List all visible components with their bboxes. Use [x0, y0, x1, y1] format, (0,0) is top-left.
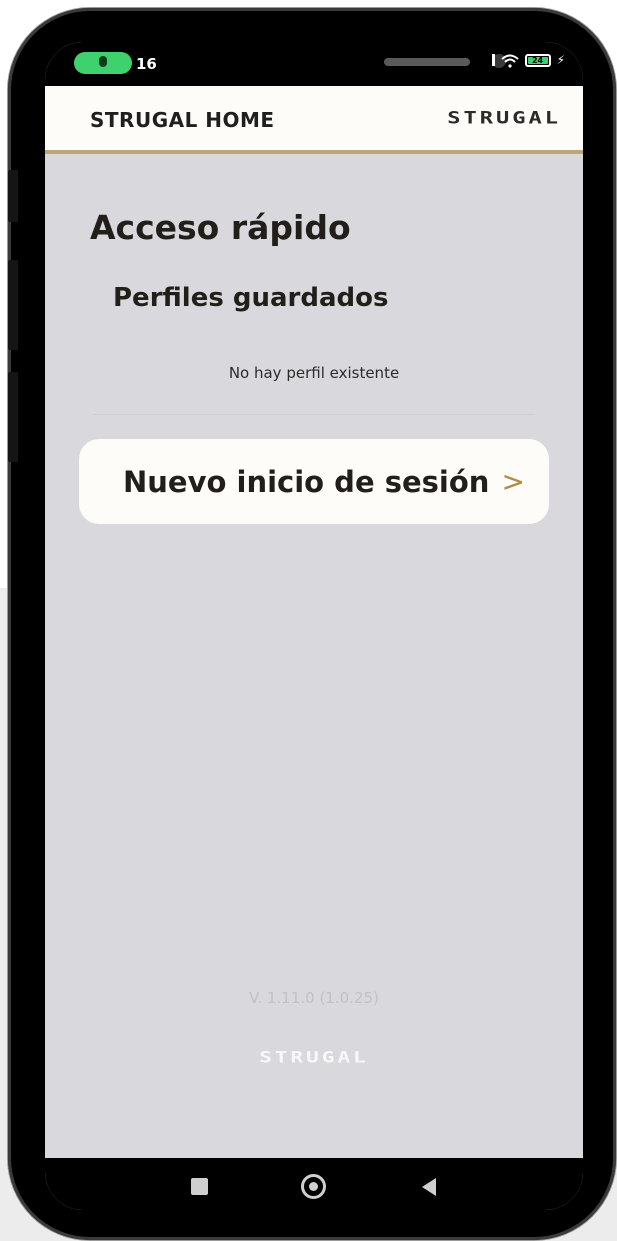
saved-profiles-title: Perfiles guardados — [113, 283, 389, 313]
empty-profiles-message: No hay perfil existente — [228, 364, 400, 382]
mic-icon — [99, 56, 107, 67]
clock: 16 — [136, 55, 157, 73]
app-version: V. 1.11.0 (1.0.25) — [249, 989, 379, 1007]
status-bar: 16 24 ⚡ — [45, 42, 583, 86]
back-icon[interactable] — [422, 1178, 436, 1196]
battery-level: 24 — [531, 55, 544, 65]
side-button — [8, 170, 18, 222]
home-icon[interactable] — [301, 1174, 326, 1199]
strugal-logo: STRUGAL — [447, 109, 561, 128]
divider — [93, 414, 535, 415]
charging-icon: ⚡ — [556, 53, 565, 67]
signal-icon — [491, 54, 495, 66]
battery-icon: 24 — [524, 53, 551, 67]
speaker — [384, 58, 470, 66]
app-title: STRUGAL HOME — [90, 108, 275, 132]
footer-logo: STRUGAL — [259, 1048, 369, 1066]
recents-icon[interactable] — [191, 1178, 208, 1195]
chevron-right-icon: > — [501, 465, 525, 498]
wifi-icon — [500, 53, 519, 68]
volume-down-button — [8, 372, 18, 462]
phone-screen: 16 24 ⚡ STRUGAL HOME STRUGAL Acceso rápi… — [45, 42, 583, 1210]
app-bar: STRUGAL HOME STRUGAL — [45, 86, 583, 154]
volume-up-button — [8, 260, 18, 350]
mic-indicator — [74, 52, 132, 74]
new-login-button[interactable]: Nuevo inicio de sesión > — [79, 439, 549, 524]
navigation-bar — [45, 1158, 583, 1210]
section-title: Acceso rápido — [90, 208, 351, 247]
new-login-label: Nuevo inicio de sesión — [123, 465, 490, 499]
status-icons: 24 ⚡ — [491, 53, 565, 68]
notch — [162, 42, 506, 86]
